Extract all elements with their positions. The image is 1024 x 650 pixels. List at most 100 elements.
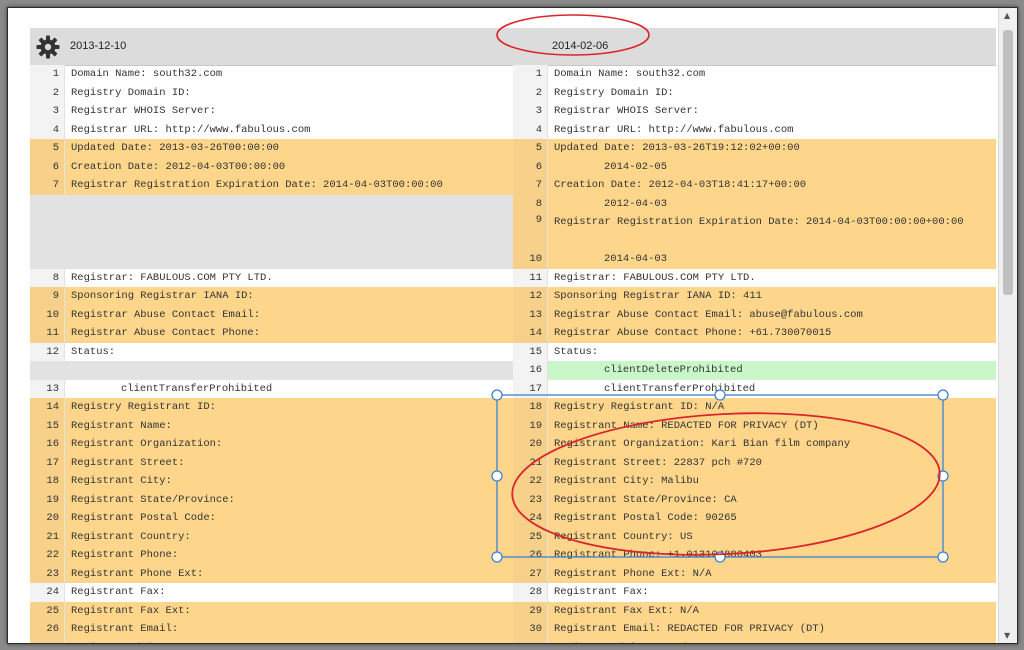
left-cell <box>30 361 513 380</box>
left-cell: 8 Registrar: FABULOUS.COM PTY LTD. <box>30 268 513 287</box>
line-text: Registrar: FABULOUS.COM PTY LTD. <box>71 271 273 284</box>
line-text: 2014-02-05 <box>548 157 996 176</box>
left-cell: 27Registry Admin ID: <box>30 638 513 643</box>
line-number: 17 <box>30 453 65 472</box>
line-number: 1 <box>30 65 65 84</box>
line-number <box>30 194 65 213</box>
line-text: Registrant Fax Ext: <box>65 601 513 620</box>
right-cell: 4 Registrar URL: http://www.fabulous.com <box>513 120 996 139</box>
line-number: 27 <box>30 638 65 643</box>
line-text: Registrar URL: http://www.fabulous.com <box>71 123 311 136</box>
diff-row: 9 Registrar Registration Expiration Date:… <box>30 213 996 250</box>
line-number: 9 <box>513 213 548 250</box>
line-number: 4 <box>513 120 548 139</box>
line-text: Registrant State/Province: <box>65 490 513 509</box>
right-cell: 7 Creation Date: 2012-04-03T18:41:17+00:0… <box>513 176 996 195</box>
gear-icon[interactable] <box>36 35 60 59</box>
left-cell: 24 Registrant Fax: <box>30 583 513 602</box>
line-number: 12 <box>30 342 65 361</box>
left-cell: 26 Registrant Email: <box>30 620 513 639</box>
line-text: Creation Date: 2012-04-03T18:41:17+00:00 <box>548 176 996 195</box>
line-number: 22 <box>30 546 65 565</box>
left-version-date[interactable]: 2013-12-10 <box>70 40 126 52</box>
diff-row: 12 Status: 15 Status: <box>30 342 996 361</box>
line-text: Sponsoring Registrar IANA ID: 411 <box>548 287 996 306</box>
line-text <box>65 194 513 213</box>
line-text: Status: <box>71 345 116 358</box>
line-number <box>30 361 65 380</box>
line-text: Registrant Email: REDACTED FOR PRIVACY (… <box>548 620 996 639</box>
line-number: 25 <box>30 601 65 620</box>
left-cell: 14 Registry Registrant ID: <box>30 398 513 417</box>
right-cell: 26 Registrant Phone: +1.013104880403 <box>513 546 996 565</box>
line-text: clientTransferProhibited <box>121 382 273 395</box>
line-number: 11 <box>513 268 548 287</box>
scrollbar-thumb[interactable] <box>1003 30 1013 295</box>
line-number: 8 <box>30 268 65 287</box>
left-cell: 25 Registrant Fax Ext: <box>30 601 513 620</box>
diff-row: 26 Registrant Email: 30 Registrant Email: R… <box>30 620 996 639</box>
right-cell: 19 Registrant Name: REDACTED FOR PRIVACY … <box>513 416 996 435</box>
arrow-down-icon[interactable]: ▼ <box>1004 631 1010 640</box>
line-text <box>65 213 513 250</box>
right-cell: 6 2014-02-05 <box>513 157 996 176</box>
line-text: Registrar Abuse Contact Phone: +61.73007… <box>548 324 996 343</box>
line-text: Registry Domain ID: <box>71 86 191 99</box>
line-number: 5 <box>513 139 548 158</box>
line-text: Registrar Abuse Contact Email: abuse@fab… <box>548 305 996 324</box>
line-text: Registry Registrant ID: <box>65 398 513 417</box>
left-cell: 16 Registrant Organization: <box>30 435 513 454</box>
line-text: Registrar: FABULOUS.COM PTY LTD. <box>554 271 756 284</box>
diff-row: 4 Registrar URL: http://www.fabulous.com 4… <box>30 120 996 139</box>
right-cell: 25 Registrant Country: US <box>513 527 996 546</box>
line-number: 16 <box>30 435 65 454</box>
diff-row: 15 Registrant Name: 19 Registrant Name: RED… <box>30 416 996 435</box>
line-text: Registrant City: <box>65 472 513 491</box>
right-cell: 10 2014-04-03 <box>513 250 996 269</box>
diff-row: 17 Registrant Street: 21 Registrant Street:… <box>30 453 996 472</box>
diff-rows: 1 Domain Name: south32.com 1 Domain Name: s… <box>30 65 996 643</box>
left-cell: 5 Updated Date: 2013-03-26T00:00:00 <box>30 139 513 158</box>
diff-row: 25 Registrant Fax Ext: 29 Registrant Fax Ex… <box>30 601 996 620</box>
line-text: Registrant Fax: <box>71 586 166 598</box>
arrow-up-icon[interactable]: ▲ <box>1004 11 1010 20</box>
left-cell: 20 Registrant Postal Code: <box>30 509 513 528</box>
line-text: Registrant Street: <box>65 453 513 472</box>
line-text: Registrant Postal Code: <box>65 509 513 528</box>
diff-row: 21 Registrant Country: 25 Registrant Countr… <box>30 527 996 546</box>
line-text: Updated Date: 2013-03-26T00:00:00 <box>65 139 513 158</box>
line-number: 24 <box>513 509 548 528</box>
line-number: 19 <box>513 416 548 435</box>
left-cell: 4 Registrar URL: http://www.fabulous.com <box>30 120 513 139</box>
line-text: Registrar Abuse Contact Phone: <box>65 324 513 343</box>
line-number: 25 <box>513 527 548 546</box>
line-text: Registrant Organization: <box>65 435 513 454</box>
diff-row: 22 Registrant Phone: 26 Registrant Phone: +… <box>30 546 996 565</box>
line-text: Registrar Registration Expiration Date: … <box>548 213 996 250</box>
line-number: 10 <box>513 250 548 269</box>
left-cell: 1 Domain Name: south32.com <box>30 65 513 84</box>
right-cell: 27 Registrant Phone Ext: N/A <box>513 564 996 583</box>
right-cell: 22 Registrant City: Malibu <box>513 472 996 491</box>
line-number: 20 <box>513 435 548 454</box>
left-cell: 3 Registrar WHOIS Server: <box>30 102 513 121</box>
right-cell: 2 Registry Domain ID: <box>513 83 996 102</box>
vertical-scrollbar[interactable]: ▲ ▼ <box>998 8 1017 643</box>
line-number: 6 <box>513 157 548 176</box>
line-number: 19 <box>30 490 65 509</box>
line-number: 11 <box>30 324 65 343</box>
right-version-date[interactable]: 2014-02-06 <box>552 40 608 52</box>
line-text: clientTransferProhibited <box>604 382 756 395</box>
diff-row: 16 Registrant Organization: 20 Registrant O… <box>30 435 996 454</box>
right-cell: 31Registry Admin ID: N/A <box>513 638 996 643</box>
line-number: 24 <box>30 583 65 602</box>
diff-row: 8 Registrar: FABULOUS.COM PTY LTD. 11 Regis… <box>30 268 996 287</box>
line-text: Registrant Country: <box>65 527 513 546</box>
right-cell: 1 Domain Name: south32.com <box>513 65 996 84</box>
left-cell: 18 Registrant City: <box>30 472 513 491</box>
line-text: Registrar WHOIS Server: <box>554 105 699 117</box>
left-cell: 7 Registrar Registration Expiration Date:… <box>30 176 513 195</box>
line-text: Domain Name: south32.com <box>554 68 706 80</box>
line-text: Registry Registrant ID: N/A <box>548 398 996 417</box>
left-cell: 23 Registrant Phone Ext: <box>30 564 513 583</box>
